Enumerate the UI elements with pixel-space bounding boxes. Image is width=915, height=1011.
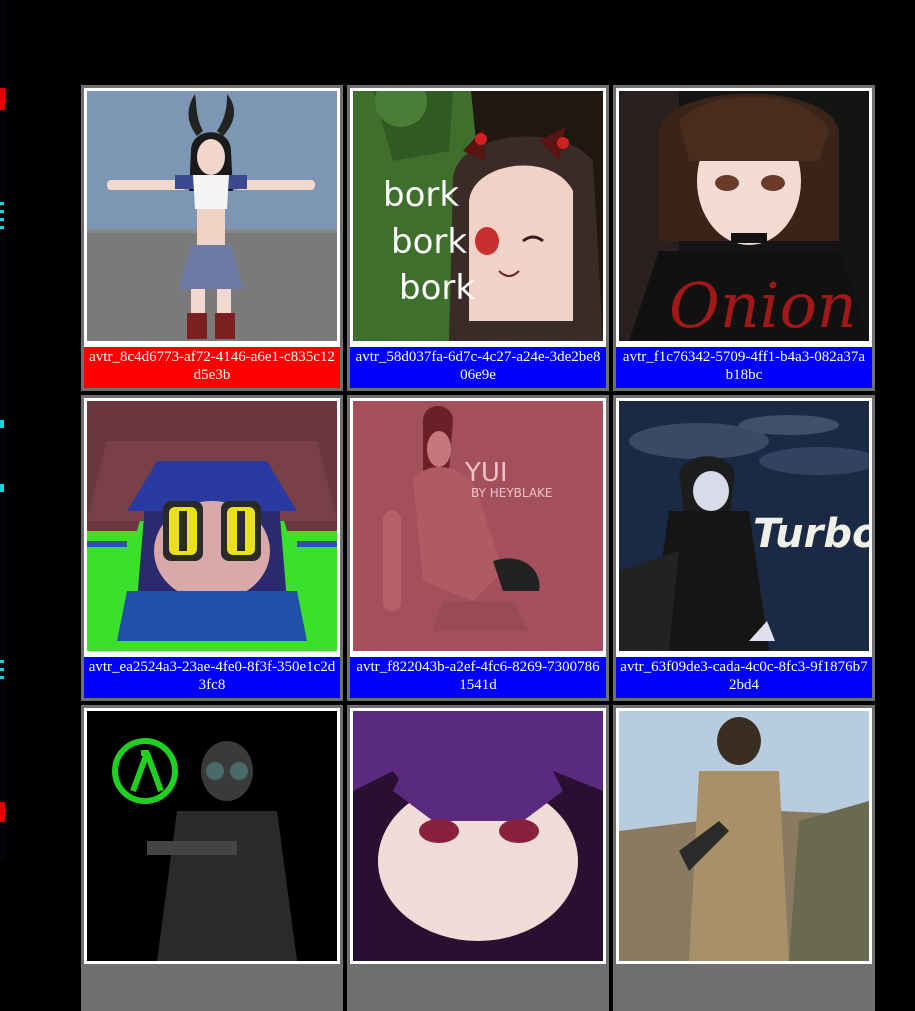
avatar-card[interactable]: bork bork bork avtr_58d037fa-6d7c-4c27-a… bbox=[347, 85, 609, 391]
edge-marker bbox=[0, 676, 4, 679]
avatar-thumbnail[interactable]: bork bork bork bbox=[350, 88, 606, 344]
avatar-thumbnail[interactable]: Onion bbox=[616, 88, 872, 344]
avatar-id-label: avtr_58d037fa-6d7c-4c27-a24e-3de2be806e9… bbox=[350, 344, 606, 388]
avatar-thumbnail[interactable]: YUI BY HEYBLAKE bbox=[350, 398, 606, 654]
image-caption: bork bbox=[391, 222, 467, 262]
avatar-thumbnail[interactable] bbox=[84, 398, 340, 654]
avatar-thumbnail[interactable] bbox=[616, 708, 872, 964]
image-caption: Onion bbox=[669, 269, 857, 341]
image-caption: BY HEYBLAKE bbox=[471, 486, 553, 500]
avatar-card[interactable]: Turbo avtr_63f09de3-cada-4c0c-8fc3-9f187… bbox=[613, 395, 875, 701]
avatar-id-label: avtr_63f09de3-cada-4c0c-8fc3-9f1876b72bd… bbox=[616, 654, 872, 698]
avatar-card[interactable] bbox=[613, 705, 875, 1011]
edge-marker bbox=[0, 668, 4, 671]
image-caption: bork bbox=[399, 268, 475, 308]
avatar-id-label: avtr_ea2524a3-23ae-4fe0-8f3f-350e1c2d3fc… bbox=[84, 654, 340, 698]
avatar-card[interactable]: avtr_8c4d6773-af72-4146-a6e1-c835c12d5e3… bbox=[81, 85, 343, 391]
avatar-card[interactable] bbox=[81, 705, 343, 1011]
avatar-card[interactable]: avtr_ea2524a3-23ae-4fe0-8f3f-350e1c2d3fc… bbox=[81, 395, 343, 701]
edge-marker bbox=[0, 420, 4, 428]
avatar-thumbnail[interactable] bbox=[350, 708, 606, 964]
edge-marker bbox=[0, 802, 5, 822]
image-caption: Turbo bbox=[753, 511, 869, 557]
avatar-card[interactable]: YUI BY HEYBLAKE avtr_f822043b-a2ef-4fc6-… bbox=[347, 395, 609, 701]
avatar-grid: avtr_8c4d6773-af72-4146-a6e1-c835c12d5e3… bbox=[81, 85, 875, 1011]
avatar-card[interactable]: Onion avtr_f1c76342-5709-4ff1-b4a3-082a3… bbox=[613, 85, 875, 391]
image-caption: YUI bbox=[464, 458, 508, 488]
avatar-thumbnail[interactable] bbox=[84, 88, 340, 344]
avatar-id-label: avtr_f822043b-a2ef-4fc6-8269-73007861541… bbox=[350, 654, 606, 698]
avatar-thumbnail[interactable] bbox=[84, 708, 340, 964]
edge-marker bbox=[0, 660, 4, 663]
edge-marker bbox=[0, 202, 4, 205]
edge-marker bbox=[0, 88, 5, 110]
image-caption: bork bbox=[383, 175, 459, 215]
avatar-thumbnail[interactable]: Turbo bbox=[616, 398, 872, 654]
edge-marker bbox=[0, 210, 4, 213]
avatar-id-label: avtr_f1c76342-5709-4ff1-b4a3-082a37ab18b… bbox=[616, 344, 872, 388]
edge-marker bbox=[0, 226, 4, 229]
avatar-card[interactable] bbox=[347, 705, 609, 1011]
edge-marker bbox=[0, 484, 4, 492]
edge-marker bbox=[0, 218, 4, 221]
avatar-id-label: avtr_8c4d6773-af72-4146-a6e1-c835c12d5e3… bbox=[84, 344, 340, 388]
left-edge-strip bbox=[0, 0, 6, 862]
